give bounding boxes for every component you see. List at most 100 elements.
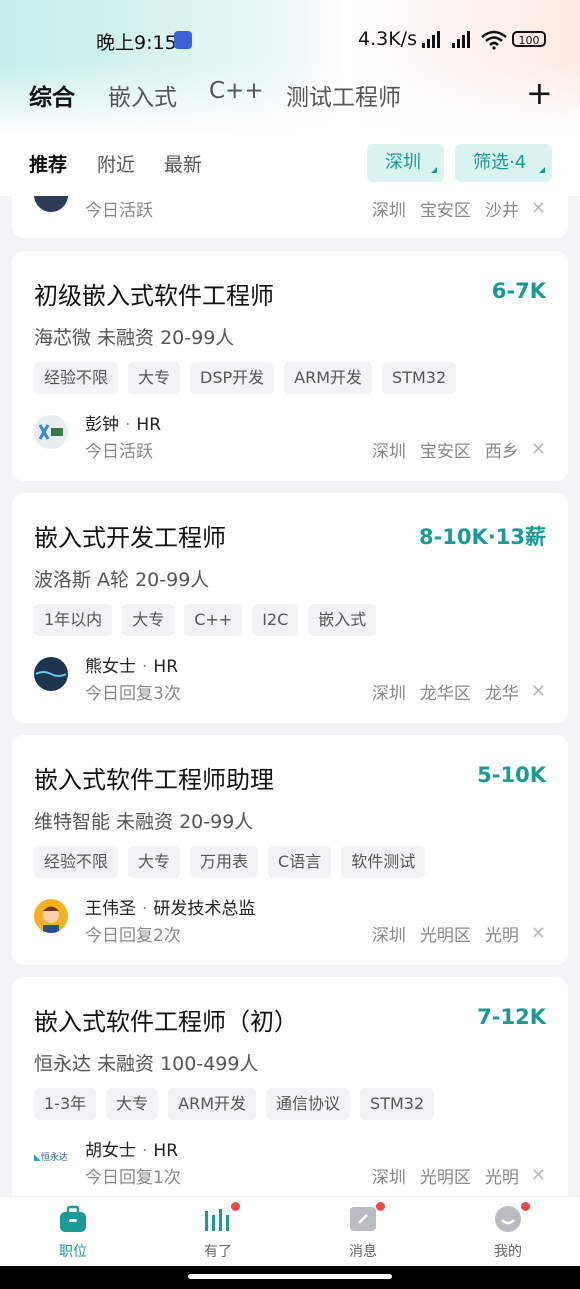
close-icon[interactable]: ✕ <box>531 439 546 460</box>
subtab-latest[interactable]: 最新 <box>164 150 202 177</box>
recruiter-role: HR <box>153 657 179 677</box>
add-tab-icon[interactable]: + <box>526 74 553 112</box>
nav-label: 有了 <box>204 1244 232 1260</box>
recruiter-name: 王伟圣 <box>85 899 136 919</box>
city-filter-button[interactable]: 深圳 <box>367 144 444 182</box>
close-icon[interactable]: ✕ <box>531 198 546 219</box>
notification-dot <box>521 1202 530 1211</box>
nav-messages[interactable]: 消息 <box>323 1202 403 1261</box>
job-tag: 大专 <box>128 362 181 394</box>
job-tag: 大专 <box>106 1088 159 1120</box>
recruiter-name: 熊女士 <box>85 657 136 677</box>
battery-indicator: 100 <box>512 31 546 47</box>
recruiter-name: 彭钟 <box>85 415 119 435</box>
status-bar: 晚上9:15 4.3K/s 100 <box>0 28 580 54</box>
location-city: 深圳 <box>371 442 406 462</box>
dropdown-triangle-icon <box>539 167 545 173</box>
nav-jobs[interactable]: 职位 <box>33 1205 113 1261</box>
home-indicator-bar <box>0 1266 580 1289</box>
location-area: 龙华 <box>484 684 519 704</box>
nav-youle[interactable]: 有了 <box>178 1202 258 1261</box>
recruiter-activity: 今日回复1次 <box>85 1168 181 1188</box>
recruiter-role: 研发技术总监 <box>153 899 256 919</box>
recruiter-activity: 今日回复3次 <box>85 684 181 704</box>
wifi-icon <box>481 30 507 50</box>
nav-label: 消息 <box>349 1244 377 1260</box>
tab-embedded[interactable]: 嵌入式 <box>108 78 177 112</box>
message-icon <box>350 1207 376 1231</box>
job-card-partial[interactable]: 今日活跃 深圳 宝安区 沙井 ✕ <box>12 196 568 238</box>
job-tag: C语言 <box>268 846 332 878</box>
tab-comprehensive[interactable]: 综合 <box>29 78 75 112</box>
close-icon[interactable]: ✕ <box>531 681 546 702</box>
job-salary: 5-10K <box>477 763 546 787</box>
location-district: 宝安区 <box>419 442 471 462</box>
location-area: 沙井 <box>484 201 519 221</box>
notification-dot <box>376 1202 385 1211</box>
screen-filter-label: 筛选·4 <box>473 152 527 173</box>
job-location: 深圳 宝安区 西乡 ✕ <box>372 437 546 462</box>
job-tag: STM32 <box>360 1088 435 1120</box>
tab-cpp[interactable]: C++ <box>209 78 264 104</box>
location-area: 光明 <box>484 1168 519 1188</box>
job-tag: 通信协议 <box>266 1088 351 1120</box>
status-time: 晚上9:15 <box>96 32 177 54</box>
top-tabs: 综合 嵌入式 C++ 测试工程师 <box>0 78 580 112</box>
recruiter-role: HR <box>136 415 162 435</box>
job-tags: 经验不限 大专 万用表 C语言 软件测试 <box>34 846 426 878</box>
job-card[interactable]: 嵌入式软件工程师（初） 7-12K 恒永达 未融资 100-499人 1-3年 … <box>12 977 568 1196</box>
job-location: 深圳 光明区 光明 ✕ <box>372 921 546 946</box>
job-title: 嵌入式软件工程师助理 <box>34 766 274 794</box>
job-title: 嵌入式软件工程师（初） <box>34 1008 298 1036</box>
job-location: 深圳 光明区 光明 ✕ <box>372 1163 546 1188</box>
job-tag: ARM开发 <box>284 362 373 394</box>
recruiter-info: 胡女士 · HR <box>85 1141 179 1161</box>
header: 晚上9:15 4.3K/s 100 综合 嵌入式 C++ 测试工程师 + 推荐 … <box>0 0 580 196</box>
bars-icon <box>205 1209 229 1231</box>
location-area: 西乡 <box>484 442 519 462</box>
job-tag: 经验不限 <box>34 362 119 394</box>
job-location: 深圳 宝安区 沙井 ✕ <box>372 196 546 221</box>
location-city: 深圳 <box>371 684 406 704</box>
company-logo-text: 恒永达 <box>40 1153 68 1163</box>
subtab-nearby[interactable]: 附近 <box>97 150 135 177</box>
job-tag: 万用表 <box>190 846 259 878</box>
close-icon[interactable]: ✕ <box>531 923 546 944</box>
recruiter-activity: 今日活跃 <box>85 201 153 221</box>
tab-test-engineer[interactable]: 测试工程师 <box>286 78 401 112</box>
job-card[interactable]: 嵌入式软件工程师助理 5-10K 维特智能 未融资 20-99人 经验不限 大专… <box>12 735 568 965</box>
job-tags: 1-3年 大专 ARM开发 通信协议 STM32 <box>34 1088 435 1120</box>
job-card[interactable]: 嵌入式开发工程师 8-10K·13薪 波洛斯 A轮 20-99人 1年以内 大专… <box>12 493 568 723</box>
job-title: 初级嵌入式软件工程师 <box>34 282 274 310</box>
recruiter-activity: 今日回复2次 <box>85 926 181 946</box>
home-indicator[interactable] <box>188 1274 392 1279</box>
job-tag: 嵌入式 <box>308 604 377 636</box>
location-district: 光明区 <box>419 1168 471 1188</box>
location-city: 深圳 <box>371 1168 406 1188</box>
recruiter-info: 熊女士 · HR <box>85 657 179 677</box>
nav-label: 我的 <box>494 1244 522 1260</box>
location-city: 深圳 <box>371 926 406 946</box>
recruiter-info: 王伟圣 · 研发技术总监 <box>85 899 256 919</box>
avatar <box>34 899 68 933</box>
recruiter-role: HR <box>153 1141 179 1161</box>
job-location: 深圳 龙华区 龙华 ✕ <box>372 679 546 704</box>
company-info: 恒永达 未融资 100-499人 <box>34 1053 259 1075</box>
job-tag: 软件测试 <box>341 846 426 878</box>
job-tags: 1年以内 大专 C++ I2C 嵌入式 <box>34 604 377 636</box>
job-card[interactable]: 初级嵌入式软件工程师 6-7K 海芯微 未融资 20-99人 经验不限 大专 D… <box>12 251 568 481</box>
avatar <box>34 415 68 449</box>
dropdown-triangle-icon <box>431 167 437 173</box>
notification-dot <box>231 1202 240 1211</box>
city-filter-label: 深圳 <box>385 152 421 173</box>
job-tag: 经验不限 <box>34 846 119 878</box>
nav-me[interactable]: 我的 <box>468 1202 548 1261</box>
job-tag: I2C <box>252 604 299 636</box>
briefcase-icon <box>60 1205 86 1232</box>
subtab-recommend[interactable]: 推荐 <box>29 150 67 177</box>
network-speed: 4.3K/s <box>358 28 417 50</box>
profile-icon <box>495 1206 521 1232</box>
close-icon[interactable]: ✕ <box>531 1165 546 1186</box>
screen-filter-button[interactable]: 筛选·4 <box>455 144 552 182</box>
job-tag: ARM开发 <box>168 1088 257 1120</box>
